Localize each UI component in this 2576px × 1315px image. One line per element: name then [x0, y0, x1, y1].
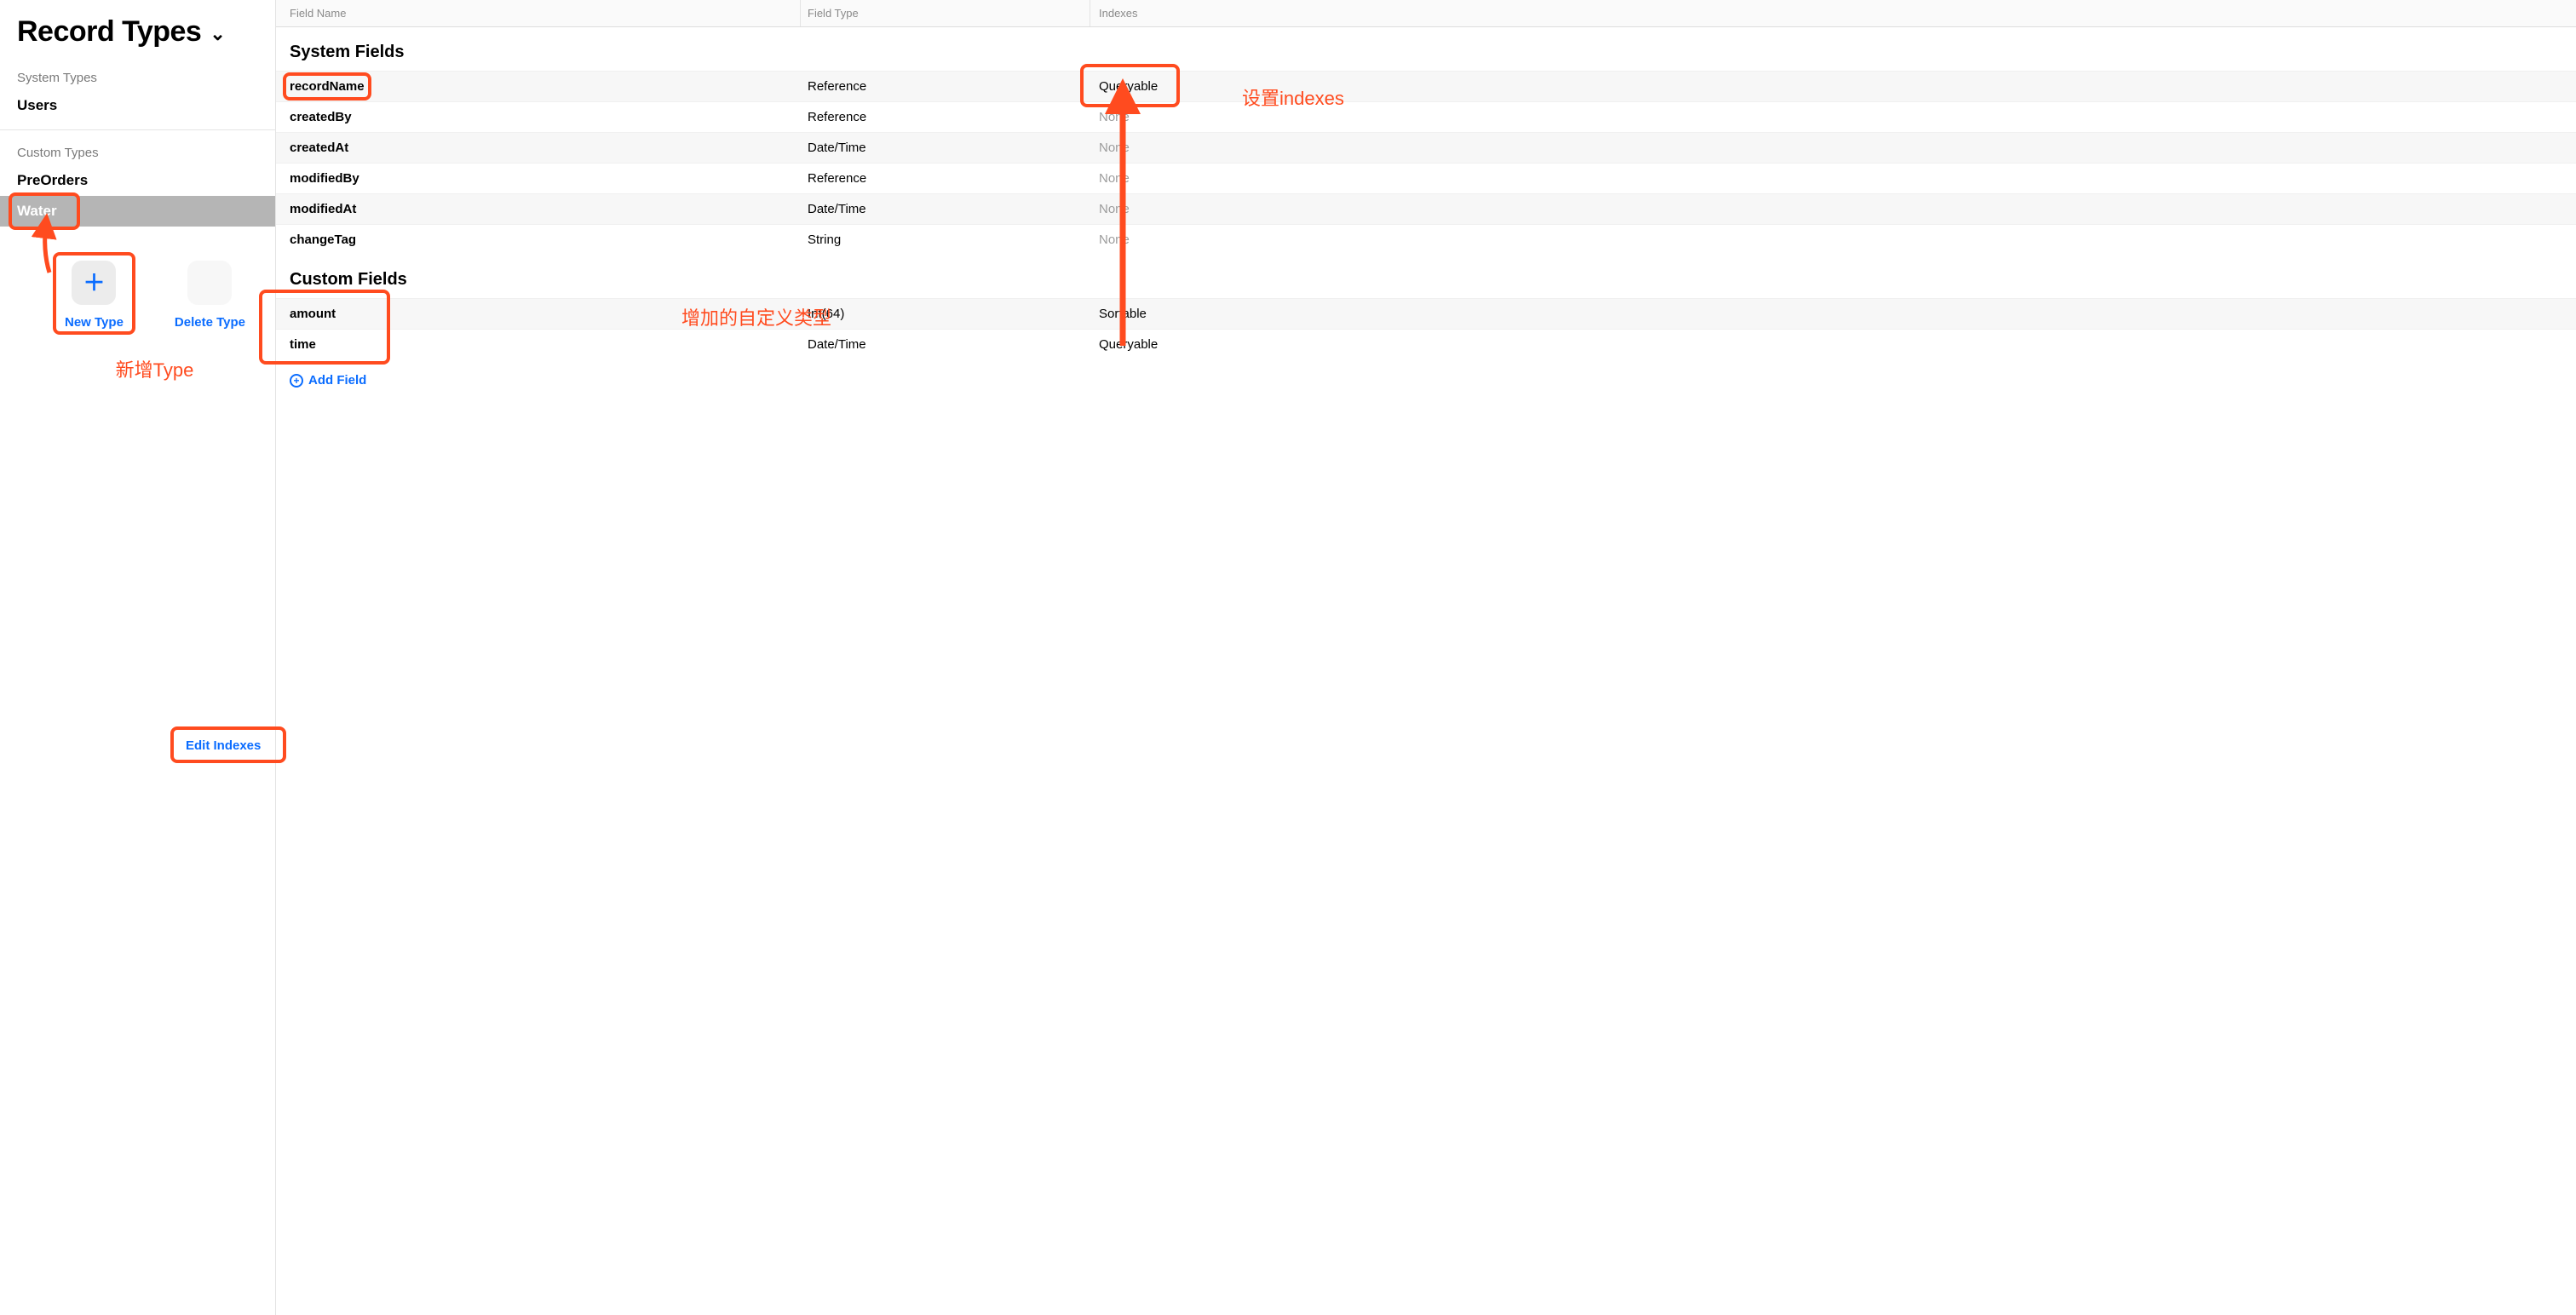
field-type: Int(64): [801, 307, 1090, 321]
field-indexes: Queryable: [1090, 337, 2576, 352]
field-name: recordName: [290, 79, 365, 94]
sidebar-title-dropdown[interactable]: Record Types ⌄: [0, 15, 275, 66]
field-name: createdBy: [276, 110, 801, 124]
annotation-custom-fields: 增加的自定义类型: [681, 303, 831, 330]
field-type: Reference: [801, 110, 1090, 124]
divider: [0, 129, 275, 130]
field-type: Reference: [801, 171, 1090, 186]
annotation-new-type: 新增Type: [34, 355, 275, 382]
table-row: recordName Reference Queryable: [276, 71, 2576, 101]
chevron-down-icon: ⌄: [210, 23, 225, 45]
custom-fields-rows: amount Int(64) Sortable time Date/Time Q…: [276, 298, 2576, 359]
field-indexes: None: [1090, 202, 2576, 216]
table-row: changeTag String None: [276, 224, 2576, 255]
table-row: modifiedAt Date/Time None: [276, 193, 2576, 224]
annotation-indexes: 设置indexes: [1242, 83, 1344, 111]
sidebar: Record Types ⌄ System Types Users Custom…: [0, 0, 276, 1315]
plus-circle-icon: +: [290, 374, 303, 388]
field-type: String: [801, 233, 1090, 247]
field-name: modifiedAt: [276, 202, 801, 216]
delete-type-label: Delete Type: [175, 315, 245, 330]
add-field-button[interactable]: + Add Field: [276, 359, 2576, 388]
column-header-name[interactable]: Field Name: [276, 0, 801, 26]
table-row: time Date/Time Queryable: [276, 329, 2576, 359]
field-type: Date/Time: [801, 141, 1090, 155]
plus-icon: ＋: [83, 272, 105, 294]
group-title-custom-fields: Custom Fields: [276, 255, 2576, 298]
field-name: createdAt: [276, 141, 801, 155]
table-row: amount Int(64) Sortable: [276, 298, 2576, 329]
column-header-indexes[interactable]: Indexes: [1090, 0, 2576, 26]
annotation-arrow-icon: [32, 216, 66, 276]
table-header: Field Name Field Type Indexes: [276, 0, 2576, 27]
field-type: Reference: [801, 79, 1090, 94]
field-type: Date/Time: [801, 337, 1090, 352]
edit-indexes-button[interactable]: Edit Indexes: [186, 738, 261, 753]
field-indexes: None: [1090, 110, 2576, 124]
sidebar-item-users[interactable]: Users: [0, 90, 275, 121]
page-title: Record Types: [17, 15, 201, 49]
table-row: modifiedBy Reference None: [276, 163, 2576, 193]
system-fields-rows: recordName Reference Queryable createdBy…: [276, 71, 2576, 255]
field-indexes: None: [1090, 141, 2576, 155]
field-name: changeTag: [276, 233, 801, 247]
annotation-arrow-icon: [1106, 85, 1140, 349]
new-type-label: New Type: [65, 315, 124, 330]
group-title-system-fields: System Fields: [276, 27, 2576, 71]
field-indexes: Sortable: [1090, 307, 2576, 321]
add-field-label: Add Field: [308, 373, 366, 388]
section-label-system-types: System Types: [0, 66, 275, 90]
field-type: Date/Time: [801, 202, 1090, 216]
sidebar-item-preorders[interactable]: PreOrders: [0, 165, 275, 196]
delete-type-button[interactable]: Delete Type: [175, 261, 245, 330]
column-header-type[interactable]: Field Type: [801, 0, 1090, 26]
field-name: time: [276, 337, 801, 352]
field-indexes: None: [1090, 233, 2576, 247]
section-label-custom-types: Custom Types: [0, 141, 275, 165]
main-content: Field Name Field Type Indexes System Fie…: [276, 0, 2576, 1315]
field-indexes: None: [1090, 171, 2576, 186]
table-row: createdBy Reference None: [276, 101, 2576, 132]
new-type-button[interactable]: ＋ New Type: [65, 261, 124, 330]
field-name: modifiedBy: [276, 171, 801, 186]
table-row: createdAt Date/Time None: [276, 132, 2576, 163]
